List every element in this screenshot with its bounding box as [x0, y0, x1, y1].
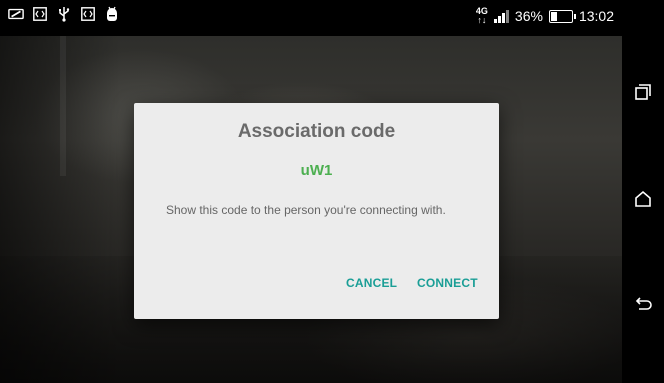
signal-strength-icon — [493, 9, 509, 23]
recent-apps-icon — [635, 84, 651, 100]
data-activity-icon: ↑↓ — [477, 15, 487, 25]
dialog-message: Show this code to the person you're conn… — [166, 203, 446, 217]
association-code-dialog: Association code uW1 Show this code to t… — [134, 103, 499, 319]
home-button[interactable] — [631, 187, 655, 211]
battery-percent: 36% — [514, 8, 543, 24]
connect-button[interactable]: CONNECT — [417, 276, 478, 290]
association-code: uW1 — [300, 162, 333, 179]
back-icon — [635, 297, 652, 310]
usb-icon — [56, 6, 72, 22]
android-debug-icon — [104, 6, 120, 22]
notification-screenshot-icon — [8, 6, 24, 22]
navigation-bar — [622, 0, 664, 383]
back-button[interactable] — [631, 292, 655, 316]
network-type-indicator: 4G ↑↓ — [476, 7, 488, 25]
cancel-button[interactable]: CANCEL — [346, 276, 397, 290]
code-icon — [32, 6, 48, 22]
status-bar: 4G ↑↓ 36% 13:02 — [0, 0, 622, 36]
battery-fill — [550, 11, 558, 21]
dialog-title: Association code — [237, 121, 396, 142]
notification-icons — [8, 6, 120, 22]
battery-icon — [548, 9, 576, 23]
status-indicators: 4G ↑↓ 36% 13:02 — [476, 7, 614, 25]
clock: 13:02 — [578, 8, 614, 24]
recent-apps-button[interactable] — [631, 80, 655, 104]
code-icon — [80, 6, 96, 22]
preview-stripe — [60, 36, 66, 176]
home-icon — [635, 190, 651, 207]
